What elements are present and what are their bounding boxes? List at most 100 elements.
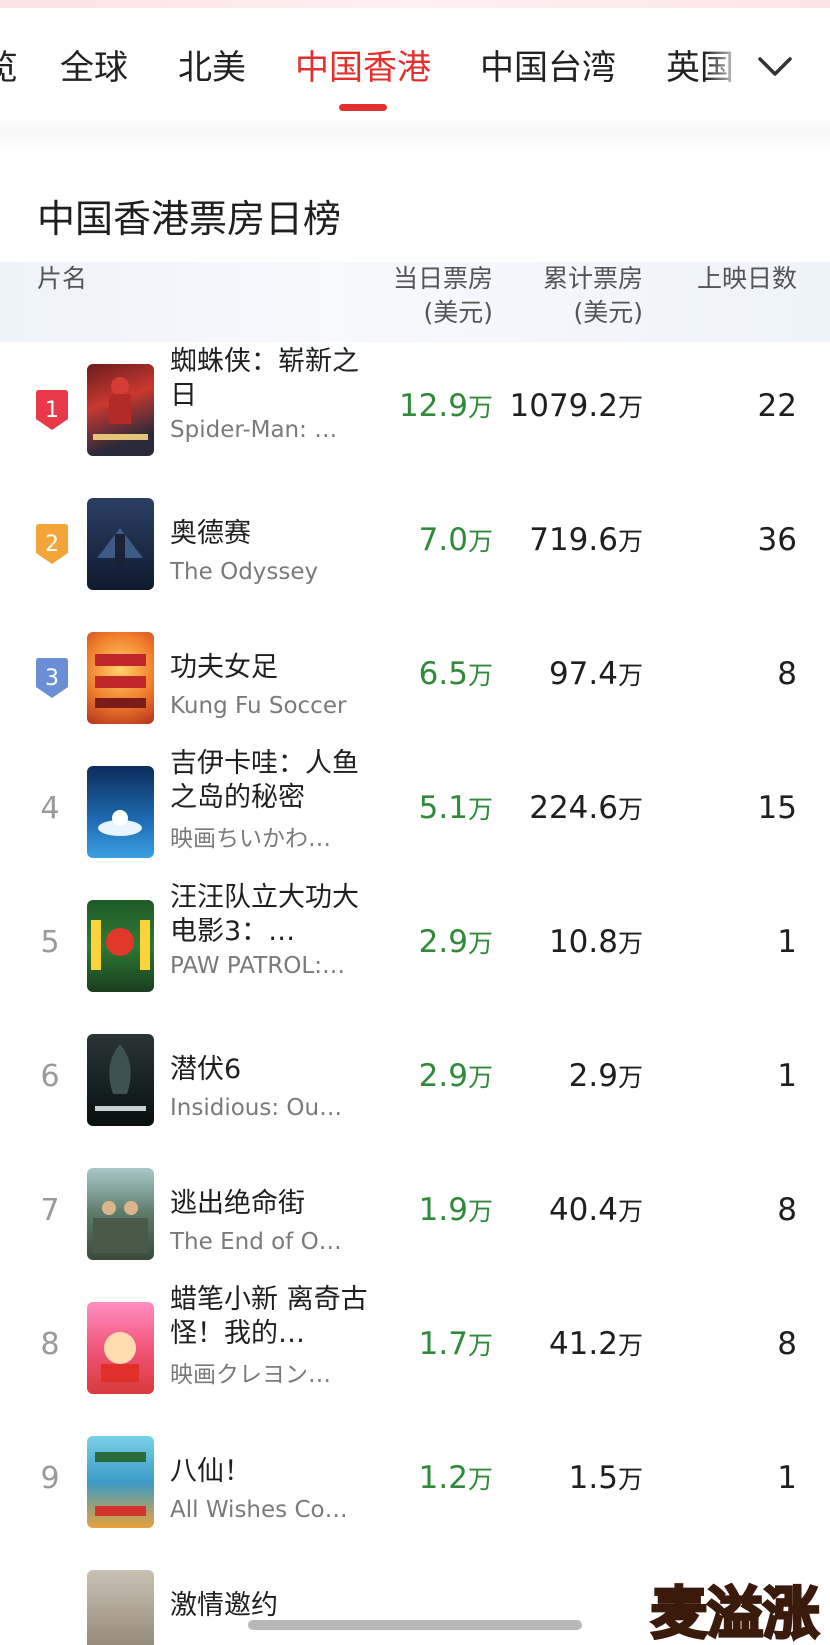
tab-partial[interactable]: 览: [0, 40, 18, 89]
poster-image: [87, 766, 154, 858]
tab-taiwan[interactable]: 中国台湾: [480, 40, 616, 89]
rank-badge-icon: 1: [36, 390, 68, 430]
daily-gross: 1.2万: [418, 1460, 493, 1496]
page-title: 中国香港票房日榜: [37, 197, 342, 241]
svg-text:1: 1: [45, 398, 59, 423]
days-in-release: 1: [777, 924, 797, 960]
region-tabs: 览 全球 北美 中国香港 中国台湾 英国: [0, 8, 830, 118]
daily-gross: 5.1万: [418, 790, 493, 826]
cumulative-gross: 1.5万: [568, 1460, 643, 1496]
rank-number: 4: [40, 791, 60, 826]
table-row[interactable]: 4 吉伊卡哇：人鱼之岛的秘密 映画ちいかわ… 5.1万 224.6万 15: [0, 747, 830, 881]
daily-gross: 1.7万: [418, 1326, 493, 1362]
top-status-strip: [0, 0, 830, 8]
table-row[interactable]: 6 潜伏6 Insidious: Out… 2.9万 2.9万 1: [0, 1015, 830, 1149]
cumulative-gross: 40.4万: [548, 1192, 643, 1228]
table-header: 片名 当日票房 (美元) 累计票房 (美元) 上映日数: [0, 262, 830, 342]
movie-title-en: Spider-Man: B…: [170, 417, 350, 443]
tab-global[interactable]: 全球: [60, 40, 128, 89]
cumulative-gross: 41.2万: [548, 1326, 643, 1362]
table-row[interactable]: 8 蜡笔小新 离奇古怪！我的… 映画クレヨン… 1.7万 41.2万 8: [0, 1283, 830, 1417]
watermark-logo: 麦溢涨: [640, 1575, 830, 1645]
movie-title-cn: 蜘蛛侠：崭新之日: [170, 346, 359, 411]
col-cumulative-label: 累计票房: [542, 264, 643, 293]
days-in-release: 1: [777, 1058, 797, 1094]
poster-image: [87, 900, 154, 992]
svg-text:2: 2: [45, 532, 59, 557]
daily-gross: 2.9万: [418, 924, 493, 960]
movie-title-cn: 潜伏6: [170, 1054, 242, 1085]
tab-north-america[interactable]: 北美: [178, 40, 246, 89]
movie-title-cn: 功夫女足: [170, 652, 278, 683]
col-cumulative: 累计票房 (美元): [543, 262, 643, 330]
movie-title-en: 映画クレヨン…: [170, 1362, 331, 1388]
table-row[interactable]: 7 逃出绝命街 The End of O… 1.9万 40.4万 8: [0, 1149, 830, 1283]
chevron-down-icon: [758, 57, 792, 76]
days-in-release: 8: [777, 656, 797, 692]
movie-title-en: Insidious: Out…: [170, 1095, 350, 1121]
more-tabs-button[interactable]: [745, 42, 805, 92]
rank-number: 6: [40, 1059, 60, 1094]
daily-gross: 7.0万: [418, 522, 493, 558]
rank-number: 5: [40, 925, 60, 960]
cumulative-gross: 224.6万: [529, 790, 643, 826]
poster-image: [87, 364, 154, 456]
poster-image: [87, 1302, 154, 1394]
svg-text:3: 3: [45, 666, 59, 691]
days-in-release: 1: [777, 1460, 797, 1496]
movie-title-cn: 逃出绝命街: [170, 1188, 305, 1219]
daily-gross: 2.9万: [418, 1058, 493, 1094]
active-tab-indicator: [339, 104, 387, 111]
section-divider: [0, 118, 830, 148]
movie-title-en: 映画ちいかわ…: [170, 826, 331, 852]
movie-title-cn: 汪汪队立大功大电影3：…: [170, 882, 359, 947]
tab-fade: [705, 16, 745, 111]
cumulative-gross: 10.8万: [548, 924, 643, 960]
movie-title-cn: 蜡笔小新 离奇古怪！我的…: [170, 1284, 368, 1349]
cumulative-gross: 1079.2万: [509, 388, 644, 424]
movie-title-cn: 激情邀约: [170, 1590, 278, 1621]
rank-number: 7: [40, 1193, 60, 1228]
days-in-release: 36: [757, 522, 797, 558]
cumulative-gross: 97.4万: [548, 656, 643, 692]
cumulative-gross: 2.9万: [568, 1058, 643, 1094]
col-daily: 当日票房 (美元): [393, 262, 493, 330]
tab-hong-kong[interactable]: 中国香港: [295, 40, 431, 89]
rank-badge-icon: 3: [36, 658, 68, 698]
days-in-release: 8: [777, 1326, 797, 1362]
table-row[interactable]: 9 八仙！ All Wishes Co… 1.2万 1.5万 1: [0, 1417, 830, 1551]
days-in-release: 22: [757, 388, 797, 424]
rank-number: 9: [40, 1461, 60, 1496]
poster-image: [87, 1436, 154, 1528]
table-row[interactable]: 3 功夫女足 Kung Fu Soccer 6.5万 97.4万 8: [0, 613, 830, 747]
days-in-release: 15: [757, 790, 797, 826]
poster-image: [87, 1570, 154, 1645]
table-row[interactable]: 2 奥德赛 The Odyssey 7.0万 719.6万 36: [0, 479, 830, 613]
movie-title-en: The Odyssey: [170, 559, 319, 585]
table-row[interactable]: 1 蜘蛛侠：崭新之日 Spider-Man: B… 12.9万 1079.2万 …: [0, 345, 830, 479]
daily-gross: 12.9万: [398, 388, 493, 424]
col-days: 上映日数: [696, 264, 797, 293]
col-name: 片名: [37, 264, 88, 293]
daily-gross: 1.9万: [418, 1192, 493, 1228]
movie-title-en: PAW PATROL:…: [170, 953, 345, 979]
col-daily-label: 当日票房: [392, 264, 493, 293]
table-row[interactable]: 5 汪汪队立大功大电影3：… PAW PATROL:… 2.9万 10.8万 1: [0, 881, 830, 1015]
col-cumulative-unit: (美元): [573, 298, 643, 327]
poster-image: [87, 498, 154, 590]
daily-gross: 6.5万: [418, 656, 493, 692]
movie-title-cn: 八仙！: [170, 1456, 251, 1487]
col-daily-unit: (美元): [423, 298, 493, 327]
movie-title-en: Kung Fu Soccer: [170, 693, 347, 719]
poster-image: [87, 1034, 154, 1126]
rank-number: 8: [40, 1327, 60, 1362]
cumulative-gross: 719.6万: [529, 522, 643, 558]
poster-image: [87, 1168, 154, 1260]
svg-text:麦溢涨: 麦溢涨: [651, 1582, 819, 1645]
movie-title-en: All Wishes Co…: [170, 1497, 348, 1523]
movie-title-en: The End of O…: [170, 1229, 342, 1255]
home-indicator[interactable]: [248, 1620, 582, 1630]
rank-badge-icon: 2: [36, 524, 68, 564]
days-in-release: 8: [777, 1192, 797, 1228]
movie-title-cn: 奥德赛: [170, 518, 251, 549]
